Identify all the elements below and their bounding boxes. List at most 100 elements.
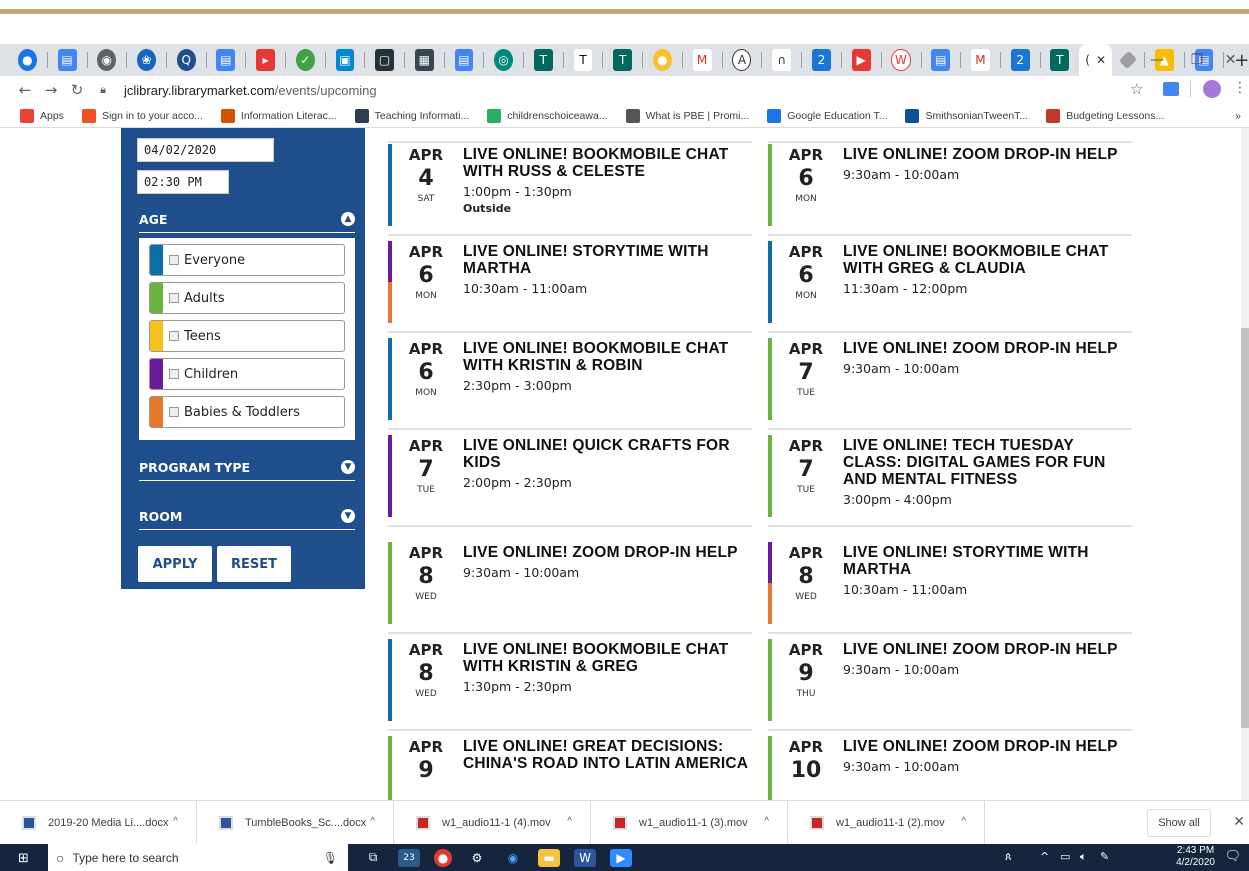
room-filter-header[interactable]: ROOM ▼ <box>139 509 355 530</box>
program-type-filter-header[interactable]: PROGRAM TYPE ▼ <box>139 460 355 481</box>
apply-button[interactable]: APPLY <box>138 546 212 582</box>
globe-icon[interactable]: ● <box>18 49 37 71</box>
event-card[interactable]: APR 6 MON LIVE ONLINE! BOOKMOBILE CHAT WITH… <box>768 241 1132 323</box>
download-item[interactable]: 2019-20 Media Li....docx ^ <box>0 800 197 845</box>
youtube-icon[interactable]: ▶ <box>851 49 871 71</box>
taskbar-search-box[interactable]: ○ Type here to search 🎙︎ <box>48 844 348 871</box>
bookmark-item[interactable]: Budgeting Lessons... <box>1046 108 1164 123</box>
settings-gear-icon[interactable]: ⚙ <box>466 849 488 867</box>
download-item[interactable]: w1_audio11-1 (4).mov ^ <box>394 800 591 845</box>
gmail-icon[interactable]: M <box>692 49 712 71</box>
people-icon[interactable]: ጰ <box>1005 850 1012 864</box>
tray-chevron-up-icon[interactable]: ^ <box>1040 850 1049 863</box>
t-app-icon[interactable]: T <box>533 49 553 71</box>
bookmark-item[interactable]: Information Literac... <box>220 108 337 123</box>
event-title[interactable]: LIVE ONLINE! GREAT DECISIONS: CHINA'S RO… <box>463 738 753 772</box>
close-tab-icon[interactable]: ✕ <box>1096 53 1106 67</box>
address-bar[interactable]: jclibrary.librarymarket.com/events/upcom… <box>124 83 377 98</box>
bookmark-item[interactable]: What is PBE | Promi... <box>625 108 749 123</box>
event-title[interactable]: LIVE ONLINE! ZOOM DROP-IN HELP <box>843 146 1133 163</box>
event-card[interactable]: APR 8 WED LIVE ONLINE! STORYTIME WITH MARTH… <box>768 542 1132 624</box>
chevron-up-icon[interactable]: ^ <box>173 816 178 827</box>
event-title[interactable]: LIVE ONLINE! ZOOM DROP-IN HELP <box>463 544 753 561</box>
event-title[interactable]: LIVE ONLINE! STORYTIME WITH MARTHA <box>843 544 1133 578</box>
scrollbar-thumb[interactable] <box>1241 328 1249 728</box>
close-downloads-bar-icon[interactable]: ✕ <box>1233 813 1245 830</box>
task-view-icon[interactable]: ⧉ <box>362 849 384 867</box>
event-title[interactable]: LIVE ONLINE! BOOKMOBILE CHAT WITH KRISTI… <box>463 340 753 374</box>
event-card[interactable]: APR 4 SAT LIVE ONLINE! BOOKMOBILE CHAT WITH… <box>388 144 752 226</box>
site-icon[interactable]: ◉ <box>97 49 117 71</box>
battery-icon[interactable]: ▭ <box>1060 850 1070 863</box>
google-docs-icon[interactable]: ▤ <box>216 49 236 71</box>
translate-extension-icon[interactable] <box>1163 82 1179 96</box>
age-checkbox[interactable] <box>169 293 179 303</box>
volume-icon[interactable]: 🔈︎ <box>1080 850 1087 864</box>
chevron-up-icon[interactable]: ▲ <box>341 212 355 226</box>
pen-icon[interactable]: ✎ <box>1100 850 1109 863</box>
chevron-down-icon[interactable]: ▼ <box>341 509 355 523</box>
notifications-icon[interactable]: 🗨︎ <box>1224 849 1241 864</box>
event-title[interactable]: LIVE ONLINE! BOOKMOBILE CHAT WITH RUSS &… <box>463 146 753 180</box>
zoom-app-icon[interactable]: ▶ <box>610 848 632 867</box>
chevron-up-icon[interactable]: ^ <box>567 816 572 827</box>
bookmark-item[interactable]: Google Education T... <box>767 108 887 123</box>
event-card[interactable]: APR 9 LIVE ONLINE! GREAT DECISIONS: CHINA'… <box>388 736 752 800</box>
event-card[interactable]: APR 6 MON LIVE ONLINE! BOOKMOBILE CHAT WITH… <box>388 338 752 420</box>
age-option-adults[interactable]: Adults <box>149 282 345 314</box>
microphone-icon[interactable]: 🎙︎ <box>323 851 338 865</box>
bookmarks-overflow-icon[interactable]: » <box>1235 110 1241 122</box>
event-card[interactable]: APR 8 WED LIVE ONLINE! ZOOM DROP-IN HELP 9:3… <box>388 542 752 624</box>
date-input[interactable]: 04/02/2020 <box>137 138 274 162</box>
show-all-downloads-button[interactable]: Show all <box>1147 809 1211 837</box>
event-title[interactable]: LIVE ONLINE! BOOKMOBILE CHAT WITH GREG &… <box>843 243 1133 277</box>
event-title[interactable]: LIVE ONLINE! ZOOM DROP-IN HELP <box>843 641 1133 658</box>
media-app-icon[interactable]: ◉ <box>502 849 524 867</box>
check-icon[interactable]: ✓ <box>295 49 315 71</box>
frame-icon[interactable]: ▢ <box>375 49 395 71</box>
image-icon[interactable]: ▦ <box>414 49 434 71</box>
time-input[interactable]: 02:30 PM <box>137 170 229 194</box>
profile-avatar[interactable] <box>1203 80 1221 98</box>
google-docs-icon[interactable]: ▤ <box>454 49 474 71</box>
bookmark-star-icon[interactable]: ☆ <box>1130 80 1143 98</box>
forward-arrow-icon[interactable]: → <box>40 81 62 99</box>
browser-menu-icon[interactable]: ⋮ <box>1233 80 1247 96</box>
age-checkbox[interactable] <box>169 407 179 417</box>
event-title[interactable]: LIVE ONLINE! ZOOM DROP-IN HELP <box>843 340 1133 357</box>
event-title[interactable]: LIVE ONLINE! ZOOM DROP-IN HELP <box>843 738 1133 755</box>
w-circle-icon[interactable]: W <box>891 49 911 71</box>
square-app-icon[interactable]: ▣ <box>335 49 355 71</box>
headphones-icon[interactable]: ∩ <box>772 49 792 71</box>
minimize-icon[interactable]: — <box>1135 44 1179 76</box>
age-option-everyone[interactable]: Everyone <box>149 244 345 276</box>
chevron-up-icon[interactable]: ^ <box>961 816 966 827</box>
bookmark-item[interactable]: Teaching Informati... <box>354 108 469 123</box>
yellow-circle-icon[interactable]: ● <box>653 49 672 71</box>
age-filter-header[interactable]: AGE ▲ <box>139 212 355 233</box>
weather-app-icon[interactable]: 23 <box>398 848 420 867</box>
t-app-icon[interactable]: T <box>613 49 633 71</box>
google-docs-icon[interactable]: ▤ <box>931 49 951 71</box>
age-option-babies-toddlers[interactable]: Babies & Toddlers <box>149 396 345 428</box>
nytimes-icon[interactable]: T <box>573 49 593 71</box>
reload-icon[interactable]: ↻ <box>66 81 88 99</box>
event-title[interactable]: LIVE ONLINE! QUICK CRAFTS FOR KIDS <box>463 437 753 471</box>
event-card[interactable]: APR 10 LIVE ONLINE! ZOOM DROP-IN HELP 9:30a… <box>768 736 1132 800</box>
event-title[interactable]: LIVE ONLINE! BOOKMOBILE CHAT WITH KRISTI… <box>463 641 753 675</box>
bookmark-item[interactable]: Apps <box>20 108 64 123</box>
event-title[interactable]: LIVE ONLINE! TECH TUESDAY CLASS: DIGITAL… <box>843 437 1133 488</box>
file-explorer-icon[interactable]: ▬ <box>538 848 560 867</box>
download-item[interactable]: TumbleBooks_Sc....docx ^ <box>197 800 394 845</box>
a-circle-icon[interactable]: A <box>732 49 752 71</box>
flower-icon[interactable]: ❀ <box>137 49 156 71</box>
age-checkbox[interactable] <box>169 255 179 265</box>
t-app-icon[interactable]: T <box>1050 49 1070 71</box>
age-checkbox[interactable] <box>169 369 179 379</box>
calendar-icon[interactable]: 2 <box>812 49 831 71</box>
chevron-down-icon[interactable]: ▼ <box>341 460 355 474</box>
bookmark-item[interactable]: Sign in to your acco... <box>81 108 203 123</box>
event-card[interactable]: APR 6 MON LIVE ONLINE! STORYTIME WITH MARTH… <box>388 241 752 323</box>
google-docs-icon[interactable]: ▤ <box>57 49 77 71</box>
bookmark-item[interactable]: SmithsonianTweenT... <box>905 108 1028 123</box>
